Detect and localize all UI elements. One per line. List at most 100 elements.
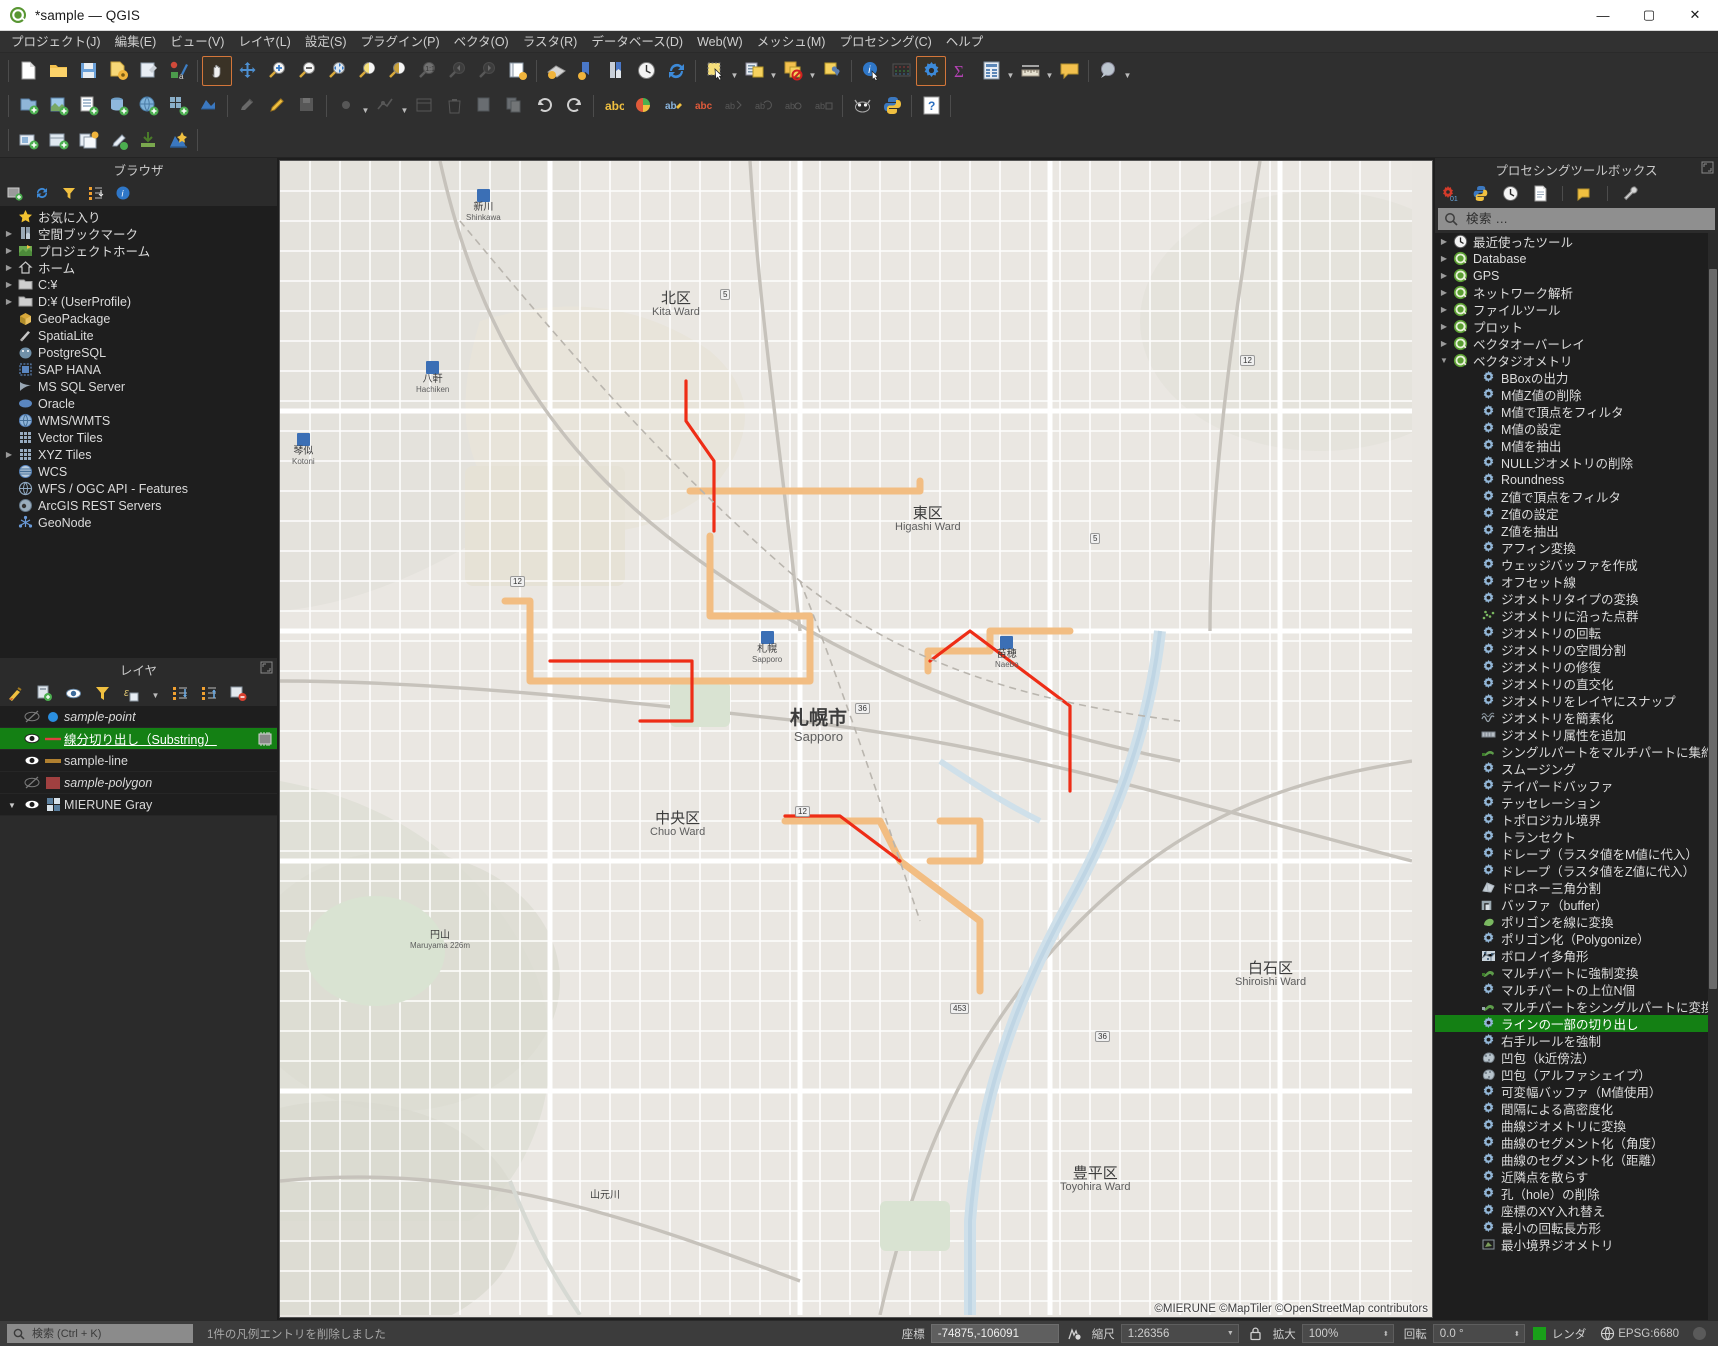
- toolbox-item-39[interactable]: バッファ（buffer）: [1435, 896, 1718, 913]
- refresh-map-icon[interactable]: [661, 56, 691, 86]
- toolbox-item-43[interactable]: マルチパートに強制変換: [1435, 964, 1718, 981]
- lock-scale-icon[interactable]: [1248, 1326, 1263, 1341]
- add-feature-dropdown-icon[interactable]: ▼: [361, 91, 370, 121]
- statistical-summary-icon[interactable]: Σ: [946, 56, 976, 86]
- toolbox-item-48[interactable]: 凹包（k近傍法）: [1435, 1049, 1718, 1066]
- toolbox-item-20[interactable]: オフセット線: [1435, 573, 1718, 590]
- browser-item-15[interactable]: WCS: [0, 463, 277, 480]
- toolbox-item-2[interactable]: ▶ GPS: [1435, 267, 1718, 284]
- layer-visibility-icon[interactable]: [22, 710, 42, 723]
- toolbox-item-42[interactable]: ボロノイ多角形: [1435, 947, 1718, 964]
- render-checkbox[interactable]: [1532, 1327, 1546, 1340]
- measure-line-icon[interactable]: [1015, 56, 1045, 86]
- layer-row-2[interactable]: sample-line: [0, 750, 277, 772]
- toolbox-item-50[interactable]: 可変幅バッファ（M値使用）: [1435, 1083, 1718, 1100]
- help-contents-icon[interactable]: ?: [916, 91, 946, 121]
- python-console-icon[interactable]: [877, 91, 907, 121]
- browser-item-10[interactable]: MS SQL Server: [0, 378, 277, 395]
- menu-project[interactable]: プロジェクト(J): [4, 32, 108, 52]
- temporal-controller-icon[interactable]: [631, 56, 661, 86]
- zoom-out-icon[interactable]: [292, 56, 322, 86]
- toolbox-search-input[interactable]: [1464, 211, 1715, 227]
- measure-dropdown-icon[interactable]: ▼: [1045, 56, 1054, 86]
- tools-icon[interactable]: [1621, 184, 1639, 202]
- import-export-icon[interactable]: [133, 125, 163, 155]
- browser-item-4[interactable]: ▶ C:¥: [0, 276, 277, 293]
- browser-item-7[interactable]: SpatiaLite: [0, 327, 277, 344]
- expand-arrow-icon[interactable]: ▼: [1437, 356, 1451, 365]
- toolbox-item-55[interactable]: 近隣点を散らす: [1435, 1168, 1718, 1185]
- identify-features-icon[interactable]: i: [856, 56, 886, 86]
- browser-item-8[interactable]: PostgreSQL: [0, 344, 277, 361]
- label-pin-icon[interactable]: abc: [688, 91, 718, 121]
- add-postgis-layer-icon[interactable]: [103, 91, 133, 121]
- layers-panel-float-icon[interactable]: [260, 661, 273, 674]
- save-project-icon[interactable]: [73, 56, 103, 86]
- deselect-dropdown-icon[interactable]: ▼: [808, 56, 817, 86]
- layer-visibility-icon[interactable]: [22, 798, 42, 811]
- menu-mesh[interactable]: メッシュ(M): [750, 32, 833, 52]
- add-wms-layer-icon[interactable]: [133, 91, 163, 121]
- toolbox-item-24[interactable]: ジオメトリの空間分割: [1435, 641, 1718, 658]
- add-selected-layers-icon[interactable]: [6, 184, 24, 202]
- menu-web[interactable]: Web(W): [690, 32, 750, 52]
- toolbox-item-57[interactable]: 座標のXY入れ替え: [1435, 1202, 1718, 1219]
- layer-visibility-icon[interactable]: [22, 732, 42, 745]
- layer-row-1[interactable]: 線分切り出し（Substring）: [0, 728, 277, 750]
- browser-item-13[interactable]: Vector Tiles: [0, 429, 277, 446]
- label-layer-icon[interactable]: abc: [598, 91, 628, 121]
- minimize-button[interactable]: —: [1580, 0, 1626, 31]
- messages-log-icon[interactable]: [1691, 1325, 1708, 1342]
- toolbox-scrollbar-thumb[interactable]: [1709, 269, 1717, 989]
- map-canvas[interactable]: ©MIERUNE ©MapTiler ©OpenStreetMap contri…: [279, 160, 1433, 1318]
- current-edits-icon[interactable]: [232, 91, 262, 121]
- expand-arrow-icon[interactable]: ▶: [1437, 305, 1451, 314]
- processing-options-icon[interactable]: 01: [1441, 184, 1459, 202]
- toolbox-item-47[interactable]: 右手ルールを強制: [1435, 1032, 1718, 1049]
- map-note-dropdown-icon[interactable]: ▼: [1123, 56, 1132, 86]
- browser-item-18[interactable]: GeoNode: [0, 514, 277, 531]
- browser-item-16[interactable]: WFS / OGC API - Features: [0, 480, 277, 497]
- toolbox-tree[interactable]: ▶ 最近使ったツール ▶ Database ▶ GPS ▶ ネットワーク解析 ▶ ファイルツール ▶…: [1435, 233, 1718, 1253]
- add-vector-tile-layer-icon[interactable]: [163, 91, 193, 121]
- toolbox-search-box[interactable]: [1438, 208, 1715, 230]
- rotate-label-icon[interactable]: ab: [748, 91, 778, 121]
- redo-icon[interactable]: [559, 91, 589, 121]
- new-report-icon[interactable]: [43, 125, 73, 155]
- toolbox-item-21[interactable]: ジオメトリタイプの変換: [1435, 590, 1718, 607]
- toolbox-item-26[interactable]: ジオメトリの直交化: [1435, 675, 1718, 692]
- save-project-as-icon[interactable]: [103, 56, 133, 86]
- browser-item-9[interactable]: SAP HANA: [0, 361, 277, 378]
- move-label-icon[interactable]: ab: [718, 91, 748, 121]
- toolbox-item-15[interactable]: Z値で頂点をフィルタ: [1435, 488, 1718, 505]
- browser-item-5[interactable]: ▶ D:¥ (UserProfile): [0, 293, 277, 310]
- toolbox-item-54[interactable]: 曲線のセグメント化（距離）: [1435, 1151, 1718, 1168]
- toolbox-item-7[interactable]: ▼ ベクタジオメトリ: [1435, 352, 1718, 369]
- toggle-editing-icon[interactable]: [262, 91, 292, 121]
- toolbox-item-17[interactable]: Z値を抽出: [1435, 522, 1718, 539]
- toolbox-item-33[interactable]: テッセレーション: [1435, 794, 1718, 811]
- toolbox-item-37[interactable]: ドレープ（ラスタ値をZ値に代入）: [1435, 862, 1718, 879]
- layer-row-3[interactable]: sample-polygon: [0, 772, 277, 794]
- layers-list[interactable]: sample-point 線分切り出し（Substring） sample-line…: [0, 706, 277, 816]
- open-attribute-table-icon[interactable]: [886, 56, 916, 86]
- zoom-to-selection-icon[interactable]: [352, 56, 382, 86]
- menu-raster[interactable]: ラスタ(R): [516, 32, 585, 52]
- new-map-view-icon[interactable]: [502, 56, 532, 86]
- show-bookmarks-icon[interactable]: [601, 56, 631, 86]
- toolbox-item-5[interactable]: ▶ プロット: [1435, 318, 1718, 335]
- toolbox-item-49[interactable]: 凹包（アルファシェイプ）: [1435, 1066, 1718, 1083]
- open-field-calculator-icon[interactable]: [976, 56, 1006, 86]
- expand-arrow-icon[interactable]: ▶: [2, 450, 16, 459]
- collapse-all-icon[interactable]: [87, 184, 105, 202]
- pan-map-icon[interactable]: [202, 55, 232, 86]
- toolbox-item-6[interactable]: ▶ ベクタオーバーレイ: [1435, 335, 1718, 352]
- toolbox-item-51[interactable]: 間隔による高密度化: [1435, 1100, 1718, 1117]
- change-label-icon[interactable]: ab: [778, 91, 808, 121]
- toolbox-item-13[interactable]: NULLジオメトリの削除: [1435, 454, 1718, 471]
- browser-item-0[interactable]: お気に入り: [0, 208, 277, 225]
- new-map-note-icon[interactable]: [1093, 56, 1123, 86]
- menu-plugins[interactable]: プラグイン(P): [354, 32, 447, 52]
- toolbox-item-23[interactable]: ジオメトリの回転: [1435, 624, 1718, 641]
- layer-row-0[interactable]: sample-point: [0, 706, 277, 728]
